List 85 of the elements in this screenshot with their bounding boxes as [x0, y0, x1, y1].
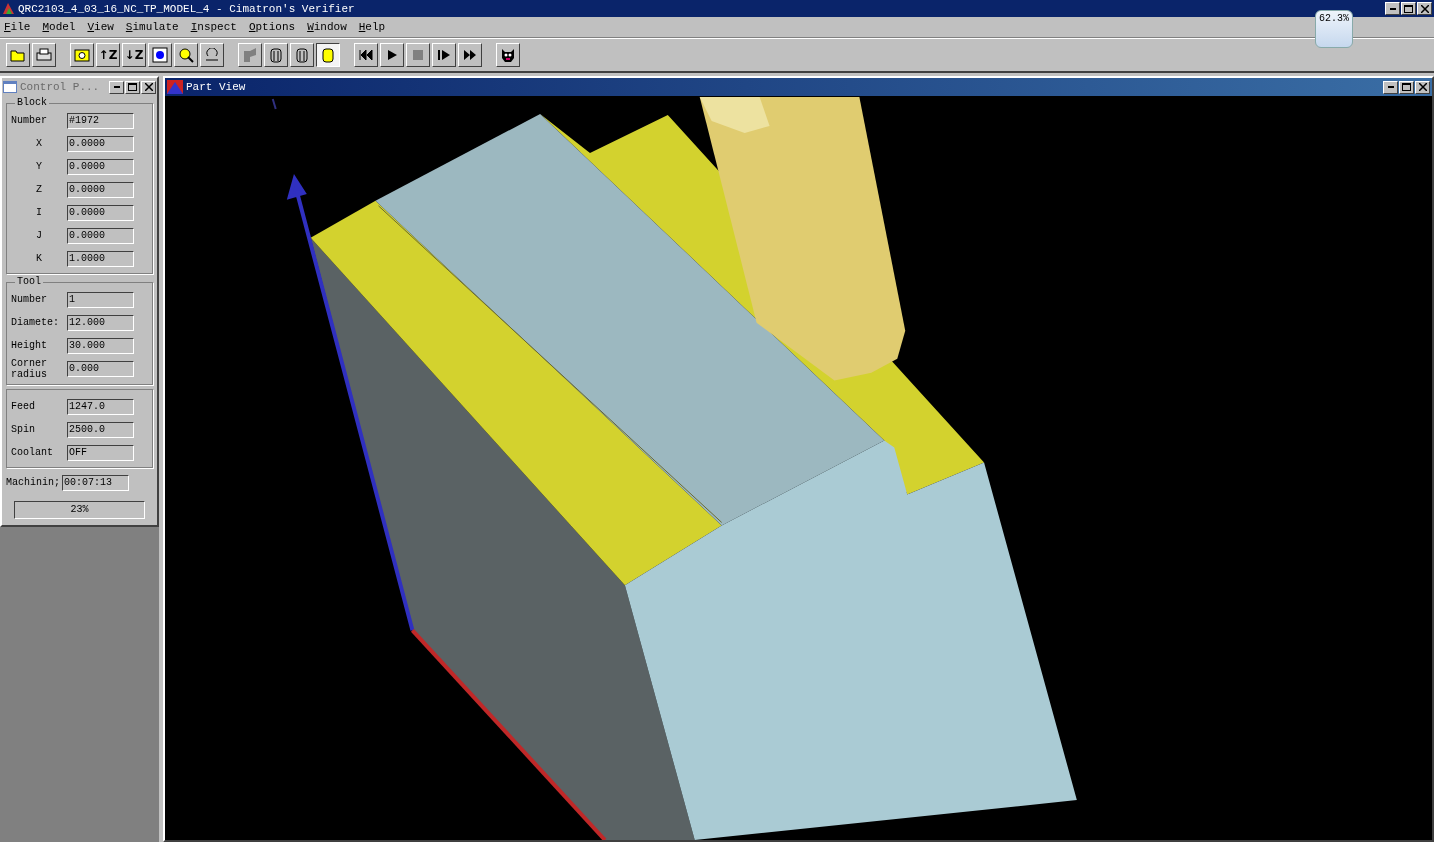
value-field[interactable]: 00:07:13: [62, 474, 129, 491]
mascot-icon: [500, 47, 516, 63]
play-icon: [386, 49, 398, 61]
toolbar-button[interactable]: ↓Z: [122, 43, 146, 67]
field-label: Z: [35, 184, 43, 195]
close-button[interactable]: [1417, 2, 1432, 15]
field-label: Corner radius: [11, 358, 48, 380]
menu-item[interactable]: Inspect: [190, 21, 237, 33]
value-field[interactable]: 12.000: [67, 314, 134, 331]
close-button[interactable]: [1415, 80, 1430, 94]
maximize-icon: [1402, 83, 1411, 91]
minimize-button[interactable]: [1383, 80, 1398, 94]
menu-item[interactable]: Model: [42, 21, 76, 33]
cylinder-icon: [322, 47, 334, 63]
value-field[interactable]: 0.0000: [67, 181, 134, 198]
minimize-button[interactable]: [109, 80, 124, 94]
percent-readout: 23%: [14, 501, 145, 519]
field-label: Feed: [11, 401, 36, 412]
app-logo-icon: [167, 80, 183, 94]
field-label: Coolant: [11, 447, 54, 458]
value-field[interactable]: 1: [67, 291, 134, 308]
app-logo-icon: [2, 2, 15, 15]
value-field[interactable]: 0.0000: [67, 204, 134, 221]
field-label: I: [35, 207, 43, 218]
value-field[interactable]: 1.0000: [67, 250, 134, 267]
value-field[interactable]: 0.0000: [67, 158, 134, 175]
minimize-button[interactable]: [1385, 2, 1400, 15]
printer-icon: [36, 48, 52, 62]
memory-badge: 62.3%: [1315, 10, 1353, 48]
field-label: Spin: [11, 424, 36, 435]
menu-item[interactable]: Help: [358, 21, 386, 33]
minimize-icon: [113, 86, 120, 88]
close-icon: [144, 83, 153, 91]
field-label: Y: [35, 161, 43, 172]
mill-icon: [243, 47, 257, 63]
field-label: Machinin;: [6, 477, 61, 488]
minimize-icon: [1387, 86, 1394, 88]
close-icon: [1420, 4, 1429, 13]
maximize-icon: [128, 83, 137, 91]
menu-item[interactable]: Simulate: [125, 21, 179, 33]
value-field[interactable]: 30.000: [67, 337, 134, 354]
y-axis-line: [271, 98, 277, 110]
view-title: Part View: [186, 81, 246, 93]
stop-icon: [413, 50, 423, 60]
maximize-button[interactable]: [125, 80, 140, 94]
menu-item[interactable]: Window: [307, 21, 347, 33]
menu-item[interactable]: File: [4, 21, 31, 33]
rewind-icon: [359, 49, 373, 61]
panel-title: Control P...: [20, 81, 100, 93]
menu-item[interactable]: Options: [248, 21, 296, 33]
cylinder-icon: [296, 47, 308, 63]
camera-icon: [74, 48, 90, 62]
value-field[interactable]: 0.0000: [67, 227, 134, 244]
step-icon: [437, 49, 451, 61]
fast-forward-icon: [463, 49, 477, 61]
value-field[interactable]: 0.000: [67, 361, 134, 377]
close-icon: [1418, 83, 1427, 91]
field-label: Number: [11, 115, 48, 126]
value-field[interactable]: 2500.0: [67, 421, 134, 438]
field-label: Height: [11, 340, 48, 351]
value-field[interactable]: OFF: [67, 444, 134, 461]
value-field[interactable]: #1972: [67, 112, 134, 129]
field-label: X: [35, 138, 43, 149]
close-button[interactable]: [141, 80, 156, 94]
minimize-icon: [1389, 7, 1396, 10]
value-field[interactable]: 1247.0: [67, 398, 134, 415]
search-icon: [178, 47, 194, 63]
toolbar-button[interactable]: ↑Z: [96, 43, 120, 67]
value-field[interactable]: 0.0000: [67, 135, 134, 152]
menu-item[interactable]: View: [87, 21, 114, 33]
field-label: K: [35, 253, 43, 264]
cylinder-icon: [270, 47, 282, 63]
window-title: QRC2103_4_03_16_NC_TP_MODEL_4 - Cimatron's Verifier: [18, 2, 355, 15]
field-label: Number: [11, 294, 48, 305]
group-title: Block: [15, 97, 49, 108]
toolbar-button[interactable]: [316, 43, 340, 67]
field-label: Diamete:: [11, 317, 60, 328]
field-label: J: [35, 230, 43, 241]
maximize-button[interactable]: [1399, 80, 1414, 94]
window-icon: [3, 81, 17, 93]
maximize-icon: [1404, 4, 1413, 13]
undo-icon: [204, 48, 220, 62]
group-title: Tool: [15, 276, 43, 287]
folder-icon: [10, 48, 26, 62]
maximize-button[interactable]: [1401, 2, 1416, 15]
